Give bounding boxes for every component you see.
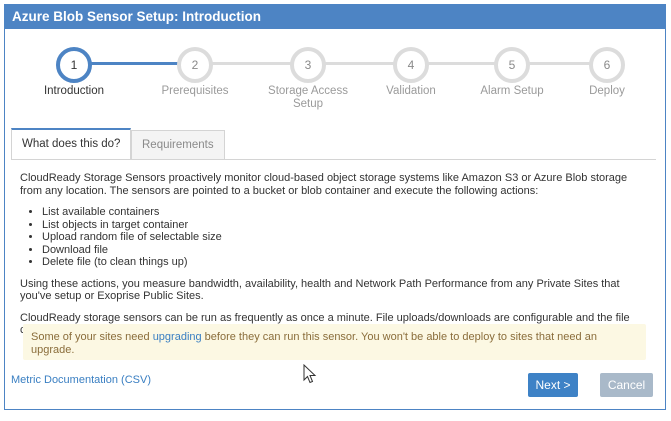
metric-documentation-link[interactable]: Metric Documentation (CSV)	[11, 374, 151, 386]
next-button[interactable]: Next >	[528, 373, 578, 397]
cancel-button[interactable]: Cancel	[600, 373, 653, 397]
tab-requirements[interactable]: Requirements	[131, 130, 225, 159]
step-number-circle: 5	[494, 47, 530, 83]
step-label: Alarm Setup	[480, 85, 544, 97]
step-label: Validation	[386, 85, 436, 97]
step-number-circle: 6	[589, 47, 625, 83]
list-item: Download file	[42, 244, 650, 257]
measurement-paragraph: Using these actions, you measure bandwid…	[20, 277, 620, 303]
warning-text-before: Some of your sites need	[31, 331, 153, 343]
list-item: Delete file (to clean things up)	[42, 256, 650, 269]
step-label: Deploy	[589, 85, 625, 97]
actions-list: List available containers List objects i…	[20, 206, 650, 269]
intro-paragraph: CloudReady Storage Sensors proactively m…	[20, 172, 628, 197]
wizard-step-storage-access-setup[interactable]: 3 Storage Access Setup	[253, 29, 363, 111]
tab-what-does-this-do[interactable]: What does this do?	[11, 128, 132, 159]
step-label: Storage Access Setup	[268, 85, 348, 110]
info-tabs: What does this do? Requirements	[11, 128, 656, 160]
tab-content: CloudReady Storage Sensors proactively m…	[20, 172, 650, 346]
wizard-steps: 1 Introduction 2 Prerequisites 3 Storage…	[5, 29, 665, 129]
wizard-step-validation[interactable]: 4 Validation	[356, 29, 466, 98]
step-number-circle: 4	[393, 47, 429, 83]
step-number-circle: 3	[290, 47, 326, 83]
step-number-circle: 2	[177, 47, 213, 83]
mouse-pointer-icon	[303, 364, 317, 384]
wizard-step-prerequisites[interactable]: 2 Prerequisites	[140, 29, 250, 98]
step-label: Prerequisites	[161, 85, 229, 97]
upgrade-warning: Some of your sites need upgrading before…	[23, 324, 646, 360]
dialog-title: Azure Blob Sensor Setup: Introduction	[5, 5, 665, 29]
wizard-step-alarm-setup[interactable]: 5 Alarm Setup	[457, 29, 567, 98]
step-label: Introduction	[43, 85, 105, 97]
list-item: List objects in target container	[42, 219, 650, 232]
wizard-step-introduction[interactable]: 1 Introduction	[19, 29, 129, 98]
step-number-circle: 1	[56, 47, 92, 83]
wizard-step-deploy[interactable]: 6 Deploy	[552, 29, 662, 98]
list-item: List available containers	[42, 206, 650, 219]
list-item: Upload random file of selectable size	[42, 231, 650, 244]
upgrading-link[interactable]: upgrading	[153, 331, 202, 343]
